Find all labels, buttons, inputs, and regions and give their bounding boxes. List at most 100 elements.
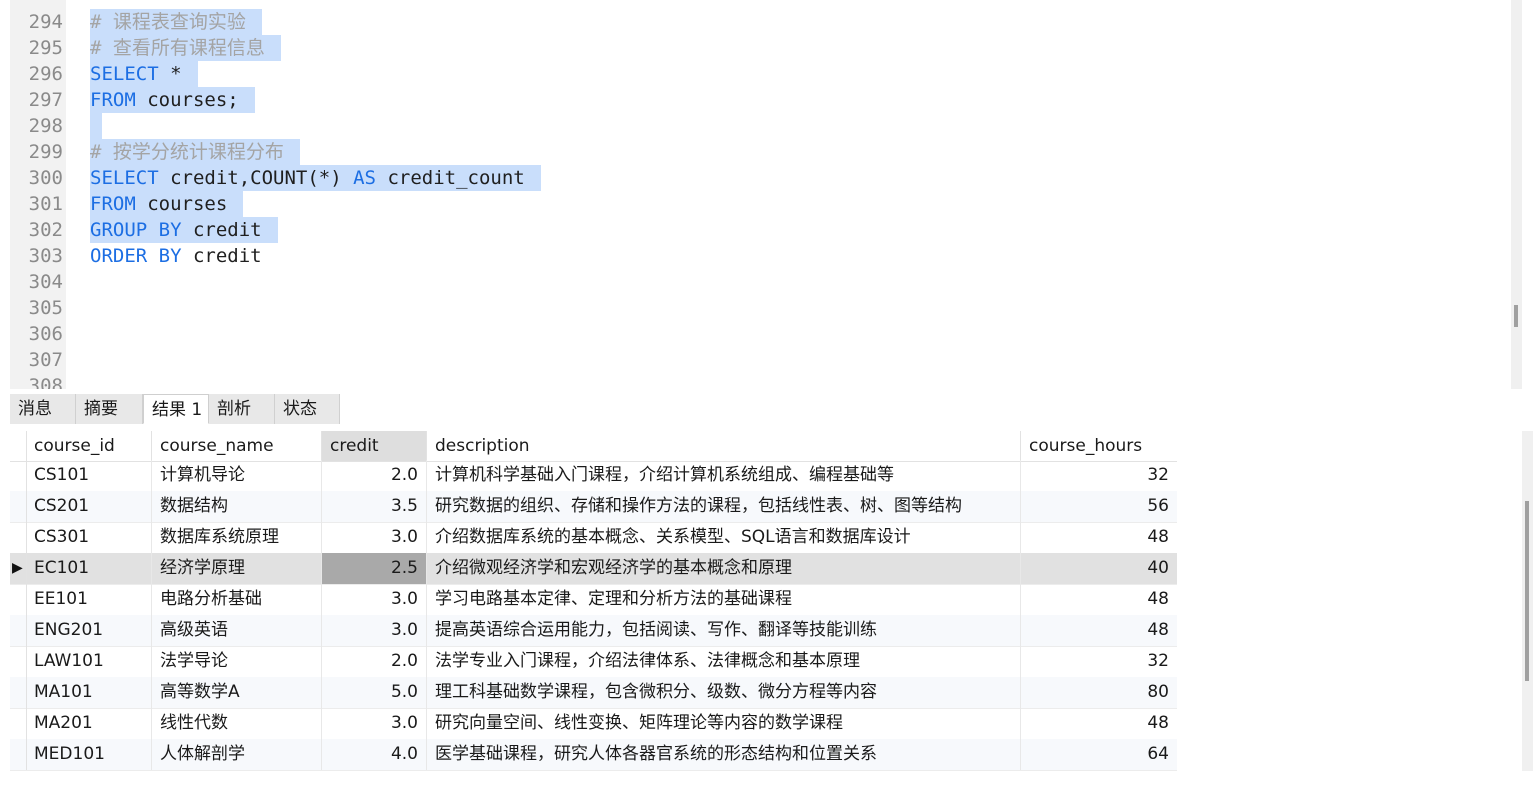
grid-scroll-thumb[interactable]	[1525, 501, 1529, 681]
cell-course-id[interactable]: EC101	[26, 553, 152, 584]
cell-course-id[interactable]: CS201	[26, 491, 152, 522]
column-header-course-name[interactable]: course_name	[152, 431, 322, 461]
row-selector[interactable]	[10, 739, 27, 770]
cell-course-hours[interactable]: 32	[1021, 646, 1177, 677]
cell-course-hours[interactable]: 32	[1021, 460, 1177, 491]
cell-course-id[interactable]: LAW101	[26, 646, 152, 677]
column-header-course-hours[interactable]: course_hours	[1021, 431, 1177, 461]
cell-description[interactable]: 研究向量空间、线性变换、矩阵理论等内容的数学课程	[427, 708, 1021, 739]
row-selector[interactable]	[10, 460, 27, 491]
table-row[interactable]: ▶ EC101 经济学原理 2.5 介绍微观经济学和宏观经济学的基本概念和原理 40	[10, 553, 1177, 585]
code-text[interactable]: SELECT credit,COUNT(*) AS credit_count	[90, 165, 541, 191]
code-text[interactable]: # 课程表查询实验	[90, 9, 262, 35]
code-line[interactable]: 303 ORDER BY credit	[10, 243, 1510, 269]
tab-result-1[interactable]: 结果 1	[143, 394, 209, 424]
code-text[interactable]: GROUP BY credit	[90, 217, 278, 243]
table-row[interactable]: MED101 人体解剖学 4.0 医学基础课程，研究人体各器官系统的形态结构和位置关系…	[10, 739, 1177, 771]
cell-course-hours[interactable]: 64	[1021, 739, 1177, 770]
table-row[interactable]: LAW101 法学导论 2.0 法学专业入门课程，介绍法律体系、法律概念和基本原理 32	[10, 646, 1177, 678]
cell-credit[interactable]: 2.0	[322, 460, 427, 491]
code-line[interactable]: 302 GROUP BY credit	[10, 217, 1510, 243]
cell-course-hours[interactable]: 48	[1021, 708, 1177, 739]
code-text[interactable]: FROM courses;	[90, 87, 255, 113]
cell-description[interactable]: 学习电路基本定律、定理和分析方法的基础课程	[427, 584, 1021, 615]
column-header-description[interactable]: description	[427, 431, 1021, 461]
code-line[interactable]: 307	[10, 347, 1510, 373]
table-row[interactable]: CS101 计算机导论 2.0 计算机科学基础入门课程，介绍计算机系统组成、编程基础等…	[10, 460, 1177, 492]
cell-course-id[interactable]: EE101	[26, 584, 152, 615]
cell-credit[interactable]: 3.0	[322, 522, 427, 553]
tab-status[interactable]: 状态	[275, 394, 340, 424]
table-row[interactable]: MA101 高等数学A 5.0 理工科基础数学课程，包含微积分、级数、微分方程等内容 8…	[10, 677, 1177, 709]
cell-course-id[interactable]: CS301	[26, 522, 152, 553]
cell-course-name[interactable]: 电路分析基础	[152, 584, 322, 615]
code-line[interactable]: 300 SELECT credit,COUNT(*) AS credit_coun…	[10, 165, 1510, 191]
tab-profile[interactable]: 剖析	[209, 394, 275, 424]
table-row[interactable]: CS301 数据库系统原理 3.0 介绍数据库系统的基本概念、关系模型、SQL语言和数…	[10, 522, 1177, 554]
code-line[interactable]: 299 # 按学分统计课程分布	[10, 139, 1510, 165]
editor-vertical-scrollbar[interactable]	[1511, 0, 1522, 389]
code-text[interactable]: FROM courses	[90, 191, 244, 217]
row-selector[interactable]	[10, 584, 27, 615]
cell-description[interactable]: 计算机科学基础入门课程，介绍计算机系统组成、编程基础等	[427, 460, 1021, 491]
cell-course-name[interactable]: 高级英语	[152, 615, 322, 646]
cell-description[interactable]: 介绍数据库系统的基本概念、关系模型、SQL语言和数据库设计	[427, 522, 1021, 553]
cell-credit[interactable]: 3.0	[322, 708, 427, 739]
cell-course-id[interactable]: MA201	[26, 708, 152, 739]
code-line[interactable]: 296 SELECT *	[10, 61, 1510, 87]
cell-course-name[interactable]: 人体解剖学	[152, 739, 322, 770]
tab-summary[interactable]: 摘要	[76, 394, 143, 424]
sql-editor[interactable]: 294 # 课程表查询实验 295 # 查看所有课程信息 296 SELECT * 297 F…	[10, 0, 1522, 389]
table-row[interactable]: CS201 数据结构 3.5 研究数据的组织、存储和操作方法的课程，包括线性表、树、图…	[10, 491, 1177, 523]
row-selector[interactable]	[10, 646, 27, 677]
cell-course-name[interactable]: 经济学原理	[152, 553, 322, 584]
cell-course-hours[interactable]: 48	[1021, 522, 1177, 553]
code-line[interactable]: 308	[10, 373, 1510, 389]
cell-course-id[interactable]: ENG201	[26, 615, 152, 646]
cell-credit[interactable]: 3.5	[322, 491, 427, 522]
cell-course-hours[interactable]: 80	[1021, 677, 1177, 708]
row-selector[interactable]	[10, 522, 27, 553]
cell-credit[interactable]: 5.0	[322, 677, 427, 708]
cell-course-name[interactable]: 计算机导论	[152, 460, 322, 491]
cell-course-id[interactable]: MA101	[26, 677, 152, 708]
code-text[interactable]: # 查看所有课程信息	[90, 35, 281, 61]
code-text[interactable]	[90, 113, 102, 139]
cell-credit[interactable]: 3.0	[322, 584, 427, 615]
code-line[interactable]: 305	[10, 295, 1510, 321]
cell-description[interactable]: 研究数据的组织、存储和操作方法的课程，包括线性表、树、图等结构	[427, 491, 1021, 522]
row-selector[interactable]	[10, 677, 27, 708]
column-header-course-id[interactable]: course_id	[26, 431, 152, 461]
cell-course-id[interactable]: CS101	[26, 460, 152, 491]
cell-course-name[interactable]: 线性代数	[152, 708, 322, 739]
row-selector[interactable]	[10, 615, 27, 646]
code-text[interactable]: SELECT *	[90, 61, 198, 87]
row-selector[interactable]: ▶	[10, 553, 27, 584]
cell-course-name[interactable]: 数据库系统原理	[152, 522, 322, 553]
cell-course-name[interactable]: 法学导论	[152, 646, 322, 677]
grid-vertical-scrollbar[interactable]	[1522, 431, 1533, 771]
cell-description[interactable]: 介绍微观经济学和宏观经济学的基本概念和原理	[427, 553, 1021, 584]
cell-description[interactable]: 法学专业入门课程，介绍法律体系、法律概念和基本原理	[427, 646, 1021, 677]
code-line[interactable]: 304	[10, 269, 1510, 295]
tab-messages[interactable]: 消息	[10, 394, 76, 424]
table-row[interactable]: MA201 线性代数 3.0 研究向量空间、线性变换、矩阵理论等内容的数学课程 48	[10, 708, 1177, 740]
cell-credit[interactable]: 3.0	[322, 615, 427, 646]
cell-credit[interactable]: 2.0	[322, 646, 427, 677]
code-text[interactable]: # 按学分统计课程分布	[90, 139, 300, 165]
cell-course-hours[interactable]: 56	[1021, 491, 1177, 522]
cell-course-name[interactable]: 数据结构	[152, 491, 322, 522]
result-grid[interactable]: course_id course_name credit description…	[10, 431, 1177, 771]
column-header-credit[interactable]: credit	[322, 431, 427, 461]
code-line[interactable]: 301 FROM courses	[10, 191, 1510, 217]
code-line[interactable]: 295 # 查看所有课程信息	[10, 35, 1510, 61]
cell-course-id[interactable]: MED101	[26, 739, 152, 770]
cell-course-hours[interactable]: 48	[1021, 584, 1177, 615]
cell-description[interactable]: 医学基础课程，研究人体各器官系统的形态结构和位置关系	[427, 739, 1021, 770]
row-selector[interactable]	[10, 491, 27, 522]
cell-course-hours[interactable]: 48	[1021, 615, 1177, 646]
code-line[interactable]: 306	[10, 321, 1510, 347]
editor-scroll-thumb[interactable]	[1514, 305, 1518, 327]
cell-description[interactable]: 提高英语综合运用能力，包括阅读、写作、翻译等技能训练	[427, 615, 1021, 646]
cell-credit[interactable]: 4.0	[322, 739, 427, 770]
